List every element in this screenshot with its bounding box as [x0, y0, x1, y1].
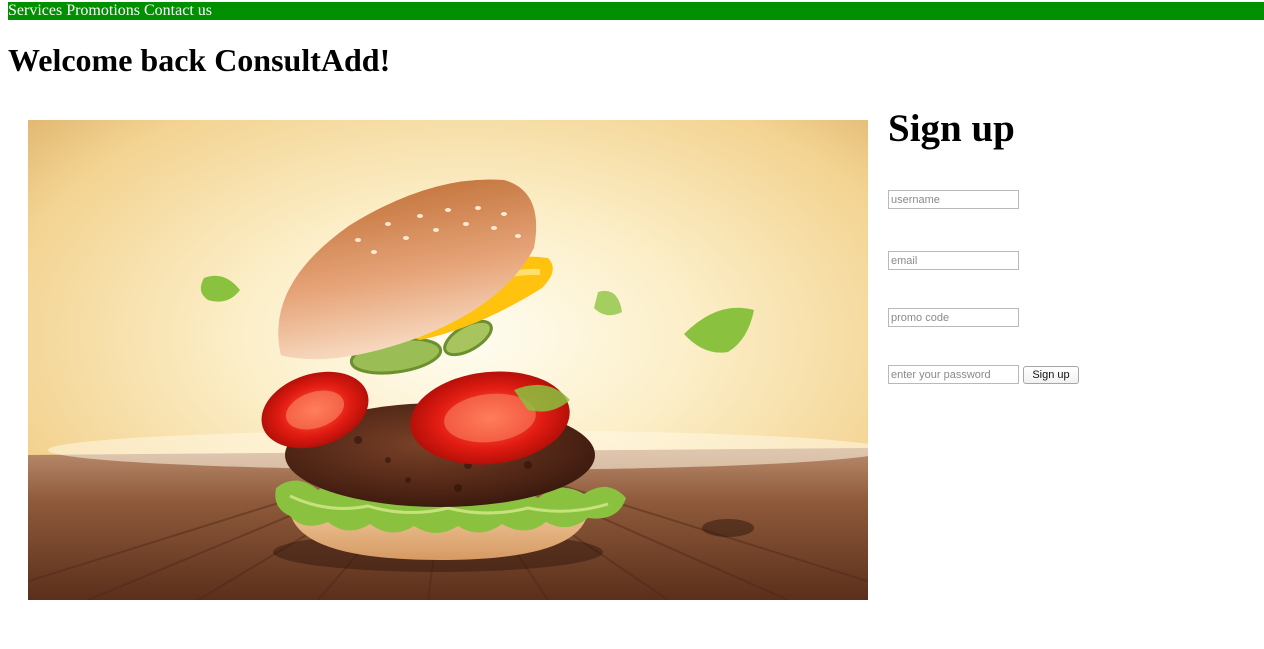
page-title: Welcome back ConsultAdd! — [8, 42, 391, 78]
top-navbar: Services Promotions Contact us — [8, 2, 1264, 20]
password-input[interactable] — [888, 365, 1019, 384]
promo-code-input[interactable] — [888, 308, 1019, 327]
nav-link-services[interactable]: Services — [8, 2, 62, 20]
signup-button[interactable]: Sign up — [1023, 366, 1079, 384]
signup-title: Sign up — [888, 107, 1015, 150]
nav-link-promotions[interactable]: Promotions — [66, 2, 140, 20]
hero-burger-image — [28, 120, 868, 600]
username-input[interactable] — [888, 190, 1019, 209]
email-input[interactable] — [888, 251, 1019, 270]
nav-link-contact-us[interactable]: Contact us — [144, 2, 212, 20]
